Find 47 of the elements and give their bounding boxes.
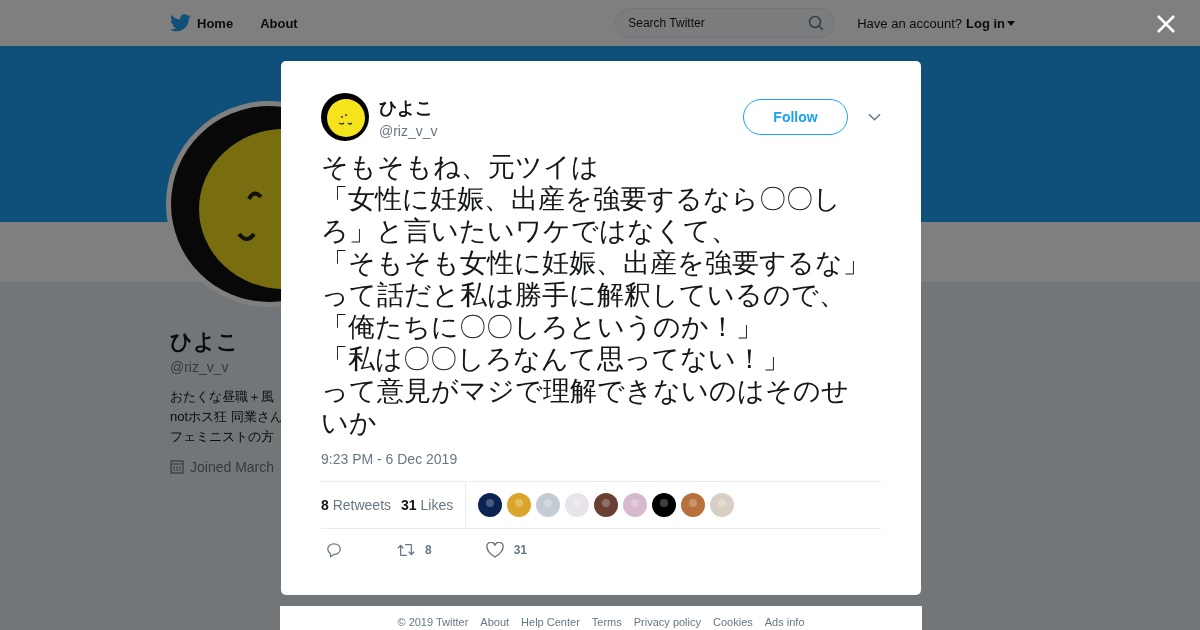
search-field[interactable]: Search Twitter bbox=[615, 8, 836, 38]
login-link[interactable]: Log in bbox=[966, 15, 1015, 31]
joined-date: Joined March bbox=[190, 459, 275, 475]
heart-icon[interactable] bbox=[485, 542, 504, 558]
avatar[interactable] bbox=[478, 493, 503, 517]
tweet-text-line: いか bbox=[321, 407, 377, 439]
bio-line: フェミニストの方 bbox=[170, 428, 275, 446]
close-icon[interactable] bbox=[1157, 15, 1175, 33]
chevron-down-icon[interactable] bbox=[868, 113, 881, 121]
bio-line: おたくな昼職＋風 bbox=[170, 388, 275, 406]
reply-icon[interactable] bbox=[325, 542, 343, 558]
avatar[interactable] bbox=[594, 493, 619, 517]
author-name[interactable]: ひよこ bbox=[379, 95, 438, 120]
tweet-text-line: 「そもそも女性に妊娠、出産を強要するな」 bbox=[321, 247, 870, 279]
tweet-text-line: ろ」と言いたいワケではなくて、 bbox=[321, 215, 738, 247]
like-count: 31 bbox=[513, 543, 528, 557]
retweets-count[interactable]: 8 Retweets bbox=[321, 497, 392, 513]
author-avatar[interactable] bbox=[321, 93, 369, 141]
tweet-text-line: 「俺たちに〇〇しろというのか！」 bbox=[321, 311, 763, 343]
likes-count[interactable]: 31 Likes bbox=[401, 497, 454, 513]
footer-link[interactable]: Ads info bbox=[764, 616, 805, 630]
footer-link[interactable]: Privacy policy bbox=[633, 616, 701, 630]
footer-link[interactable]: About bbox=[480, 616, 510, 630]
nav-link[interactable]: About bbox=[260, 15, 298, 31]
search-icon[interactable] bbox=[808, 15, 825, 31]
tweet-text-line: って話だと私は勝手に解釈しているので、 bbox=[321, 279, 846, 311]
bird-logo-icon[interactable] bbox=[170, 14, 191, 32]
author-handle[interactable]: @riz_v_v bbox=[379, 122, 438, 139]
profile-handle: @riz_v_v bbox=[170, 359, 230, 375]
calendar-icon bbox=[170, 460, 184, 474]
footer-link[interactable]: Help Center bbox=[521, 616, 580, 630]
retweet-count: 8 bbox=[425, 543, 432, 557]
footer-link[interactable]: Cookies bbox=[713, 616, 753, 630]
tweet-text-line: そもそもね、元ツイは bbox=[321, 151, 599, 183]
caret-icon bbox=[1007, 20, 1015, 26]
tweet-text-line: 「女性に妊娠、出産を強要するなら〇〇し bbox=[321, 183, 841, 215]
retweet-icon[interactable] bbox=[397, 542, 415, 558]
follow-button[interactable]: Follow bbox=[743, 99, 848, 135]
footer-link[interactable]: Terms bbox=[591, 616, 622, 630]
account-prompt: Have an account? bbox=[857, 15, 962, 31]
tweet-text-line: 「私は〇〇しろなんて思ってない！」 bbox=[321, 343, 790, 375]
footer-link[interactable]: © 2019 Twitter bbox=[397, 616, 469, 630]
tweet-timestamp[interactable]: 9:23 PM - 6 Dec 2019 bbox=[321, 451, 881, 467]
tweet-text-line: って意見がマジで理解できないのはそのせ bbox=[321, 375, 849, 407]
avatar[interactable] bbox=[652, 493, 677, 517]
profile-name: ひよこ bbox=[170, 328, 240, 356]
nav-link[interactable]: Home bbox=[197, 15, 234, 31]
